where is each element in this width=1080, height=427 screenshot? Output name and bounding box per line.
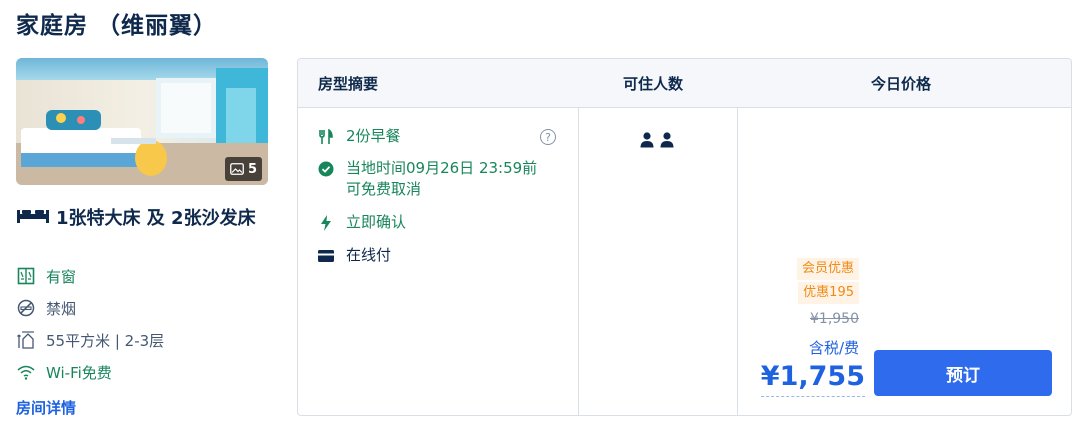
policy-payment-label: 在线付 [346,246,392,264]
policy-breakfast-label: 2份早餐 [346,127,401,145]
feature-window-label: 有窗 [46,267,77,286]
no-smoking-icon [16,298,36,318]
feature-wifi-label: Wi-Fi免费 [46,363,112,382]
check-circle-icon [318,158,334,179]
photo-count-badge[interactable]: 5 [224,157,262,181]
policy-cancel-label: 当地时间09月26日 23:59前可免费取消 [346,159,538,198]
area-icon [16,330,36,350]
policy-cancel: 当地时间09月26日 23:59前可免费取消 [318,158,538,200]
header-guests: 可住人数 [623,75,684,93]
discount-amount: 优惠195 [798,282,859,304]
tax-note: 含税/费 [808,339,859,357]
lightning-icon [318,212,334,233]
guest-capacity [640,132,674,152]
table-header: 房型摘要 可住人数 今日价格 [298,59,1071,108]
feature-window: 有窗 [16,264,76,288]
header-summary: 房型摘要 [318,75,379,93]
person-icon [640,132,654,152]
rate-table: 房型摘要 可住人数 今日价格 2份早餐 ? 当地时间09月26日 23:59前可… [297,58,1072,416]
room-title: 家庭房 （维丽翼） [16,13,218,39]
room-photo[interactable]: 5 [16,58,268,185]
policy-breakfast: 2份早餐 [318,126,401,147]
wifi-icon [16,362,36,382]
window-icon [16,266,36,286]
photo-count: 5 [247,161,257,177]
feature-wifi: Wi-Fi免费 [16,360,112,384]
feature-smoking-label: 禁烟 [46,299,77,318]
policy-confirm-label: 立即确认 [346,213,407,231]
column-divider [578,107,579,415]
card-icon [318,245,334,266]
current-price: ¥1,755 [760,359,865,397]
member-discount-label: 会员优惠 [796,258,859,280]
bed-text: 1张特大床 及 2张沙发床 [56,208,256,229]
person-icon [660,132,674,152]
room-details-link[interactable]: 房间详情 [16,397,76,418]
policy-confirm: 立即确认 [318,212,406,233]
help-icon[interactable]: ? [540,129,556,145]
original-price: ¥1,950 [810,311,859,327]
policy-payment: 在线付 [318,245,391,266]
feature-area: 55平方米 | 2-3层 [16,328,164,352]
bed-icon [16,204,50,234]
cutlery-icon [318,126,334,147]
image-icon [230,163,244,175]
column-divider [737,107,738,415]
feature-area-label: 55平方米 | 2-3层 [46,331,165,350]
book-button[interactable]: 预订 [874,350,1052,396]
feature-smoking: 禁烟 [16,296,76,320]
header-price: 今日价格 [871,75,932,93]
bed-info: 1张特大床 及 2张沙发床 [16,204,266,234]
